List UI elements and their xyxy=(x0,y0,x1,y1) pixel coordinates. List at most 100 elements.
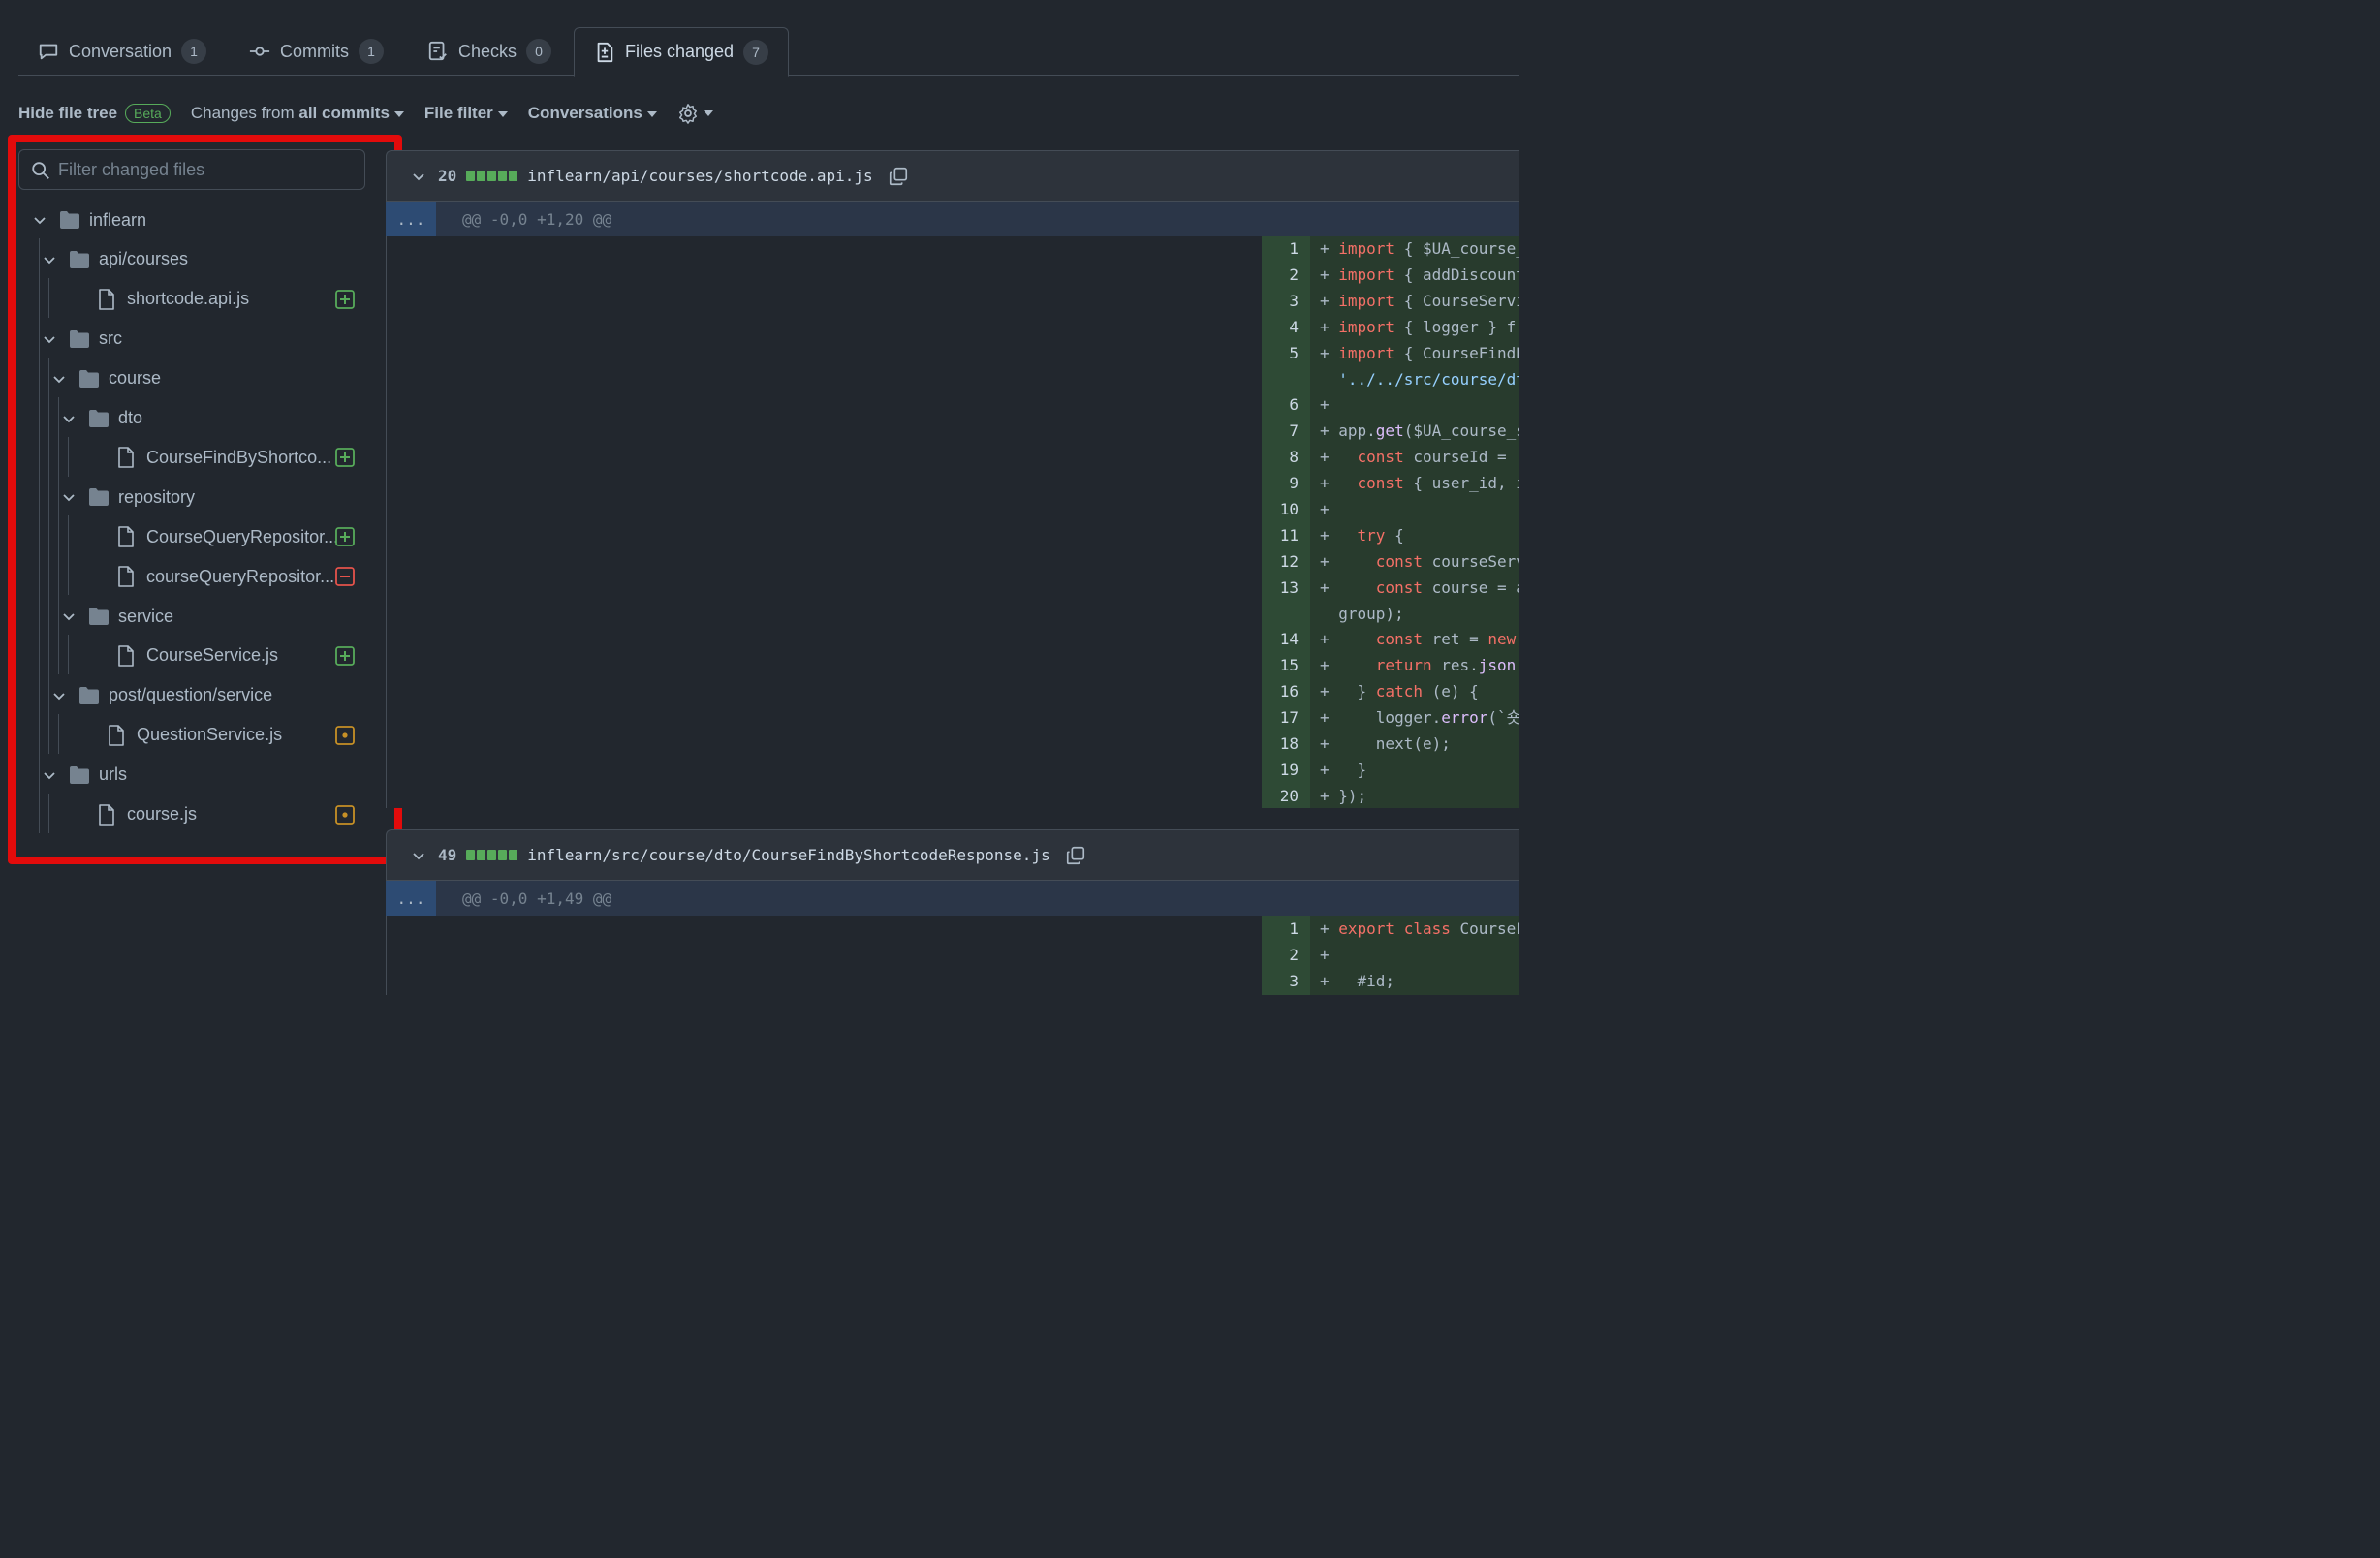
chevron-down-icon[interactable] xyxy=(42,331,57,347)
conversations-dropdown[interactable]: Conversations xyxy=(528,104,657,123)
tree-indent-guide xyxy=(68,437,69,477)
tab-label: Commits xyxy=(280,41,349,61)
line-number[interactable]: 16 xyxy=(1262,679,1310,704)
chevron-down-icon[interactable] xyxy=(61,608,77,624)
tree-file-row[interactable]: courseQueryRepositor... xyxy=(117,557,334,596)
tree-item-label: CourseFindByShortco... xyxy=(146,447,332,467)
tree-item-label: CourseService.js xyxy=(146,645,279,666)
line-number[interactable]: 18 xyxy=(1262,732,1310,757)
line-number[interactable]: 20 xyxy=(1262,784,1310,809)
folder-icon xyxy=(79,369,99,388)
folder-icon xyxy=(70,250,89,268)
diff-removed-icon xyxy=(335,567,355,586)
chevron-down-icon[interactable] xyxy=(61,411,77,426)
line-number[interactable]: 10 xyxy=(1262,497,1310,522)
tree-file-row[interactable]: course.js xyxy=(98,795,197,834)
tree-item-label: post/question/service xyxy=(109,685,273,705)
changes-from-dropdown[interactable]: Changes from all commits xyxy=(191,104,404,123)
tab-count: 0 xyxy=(526,39,552,64)
copy-icon[interactable] xyxy=(888,166,909,187)
pr-tabs: Conversation 1 Commits 1 Checks 0 Files … xyxy=(18,0,1519,77)
line-number[interactable]: 3 xyxy=(1262,289,1310,314)
file-path[interactable]: inflearn/api/courses/shortcode.api.js xyxy=(527,167,872,185)
copy-icon[interactable] xyxy=(1065,845,1086,866)
chevron-down-icon[interactable] xyxy=(411,169,426,184)
line-number[interactable]: 14 xyxy=(1262,627,1310,652)
tab-commits[interactable]: Commits 1 xyxy=(230,27,403,76)
changes-from-value: all commits xyxy=(298,104,390,122)
chevron-down-icon[interactable] xyxy=(42,767,57,783)
tree-file-row[interactable]: shortcode.api.js xyxy=(98,280,249,319)
tree-folder-row[interactable]: course xyxy=(51,359,161,398)
expand-hunk-button[interactable]: ... xyxy=(386,881,436,916)
tab-count: 7 xyxy=(743,39,769,65)
line-number[interactable]: 7 xyxy=(1262,419,1310,444)
file-filter-dropdown[interactable]: File filter xyxy=(424,104,508,123)
chevron-down-icon[interactable] xyxy=(32,212,47,228)
line-number[interactable]: 19 xyxy=(1262,758,1310,783)
line-number[interactable]: 2 xyxy=(1262,943,1310,968)
diff-added-icon xyxy=(335,645,355,666)
hide-file-tree-button[interactable]: Hide file tree Beta xyxy=(18,104,171,123)
hunk-header: ... @@ -0,0 +1,49 @@ xyxy=(386,881,1519,916)
line-number[interactable]: 3 xyxy=(1262,969,1310,994)
tree-folder-row[interactable]: dto xyxy=(61,399,142,438)
line-number[interactable]: 6 xyxy=(1262,392,1310,418)
folder-icon xyxy=(60,211,79,229)
tree-folder-row[interactable]: repository xyxy=(61,478,195,516)
tab-count: 1 xyxy=(181,39,207,64)
tree-folder-row[interactable]: api/courses xyxy=(42,240,188,279)
line-number[interactable]: 13 xyxy=(1262,576,1310,601)
tree-item-label: course.js xyxy=(127,804,198,824)
tree-folder-row[interactable]: inflearn xyxy=(32,201,146,239)
line-number[interactable]: 1 xyxy=(1262,236,1310,262)
file-icon xyxy=(99,288,114,310)
hide-file-tree-label: Hide file tree xyxy=(18,104,118,122)
line-number[interactable]: 17 xyxy=(1262,705,1310,731)
line-number[interactable]: 12 xyxy=(1262,549,1310,575)
tree-file-row[interactable]: CourseFindByShortco... xyxy=(117,438,331,477)
diff-file-header: 20 inflearn/api/courses/shortcode.api.js xyxy=(386,150,1519,202)
code-line: + return res.json( xyxy=(1320,656,1519,674)
chevron-down-icon[interactable] xyxy=(411,848,426,863)
chevron-down-icon[interactable] xyxy=(42,252,57,267)
caret-down-icon xyxy=(497,110,508,117)
tree-folder-row[interactable]: src xyxy=(42,320,122,358)
tree-file-row[interactable]: CourseService.js xyxy=(117,637,278,675)
change-count: 20 xyxy=(438,167,457,185)
tree-indent-guide xyxy=(68,635,69,674)
expand-hunk-button[interactable]: ... xyxy=(386,202,436,236)
line-number[interactable]: 11 xyxy=(1262,523,1310,548)
tree-folder-row[interactable]: post/question/service xyxy=(51,676,272,715)
tab-checks[interactable]: Checks 0 xyxy=(408,27,571,76)
chevron-down-icon[interactable] xyxy=(51,688,67,703)
line-number[interactable]: 9 xyxy=(1262,471,1310,496)
tree-file-row[interactable]: CourseQueryRepositor... xyxy=(117,517,338,556)
hunk-range: @@ -0,0 +1,20 @@ xyxy=(462,209,612,229)
tree-indent-guide xyxy=(48,358,49,754)
line-number[interactable]: 1 xyxy=(1262,917,1310,942)
tree-file-row[interactable]: QuestionService.js xyxy=(108,716,282,755)
chevron-down-icon[interactable] xyxy=(51,371,67,387)
code-line: + xyxy=(1320,500,1330,518)
tab-conversation[interactable]: Conversation 1 xyxy=(18,27,226,76)
tree-folder-row[interactable]: urls xyxy=(42,756,127,795)
tab-files-changed[interactable]: Files changed 7 xyxy=(574,27,790,77)
line-number[interactable] xyxy=(1262,367,1310,392)
code-line: + xyxy=(1320,395,1330,414)
line-number[interactable]: 5 xyxy=(1262,341,1310,366)
hunk-range: @@ -0,0 +1,49 @@ xyxy=(462,888,612,908)
filter-input[interactable] xyxy=(58,159,364,180)
line-number[interactable]: 8 xyxy=(1262,445,1310,470)
code-line: + } xyxy=(1320,761,1367,779)
line-number[interactable] xyxy=(1262,602,1310,627)
chevron-down-icon[interactable] xyxy=(61,489,77,505)
line-number[interactable]: 15 xyxy=(1262,653,1310,678)
filter-changed-files[interactable] xyxy=(18,149,365,190)
tree-folder-row[interactable]: service xyxy=(61,597,173,636)
line-number[interactable]: 4 xyxy=(1262,315,1310,340)
file-path[interactable]: inflearn/src/course/dto/CourseFindByShor… xyxy=(527,846,1049,864)
settings-dropdown[interactable] xyxy=(677,103,713,124)
diff-toolbar: Hide file tree Beta Changes from all com… xyxy=(18,97,713,130)
line-number[interactable]: 2 xyxy=(1262,263,1310,288)
